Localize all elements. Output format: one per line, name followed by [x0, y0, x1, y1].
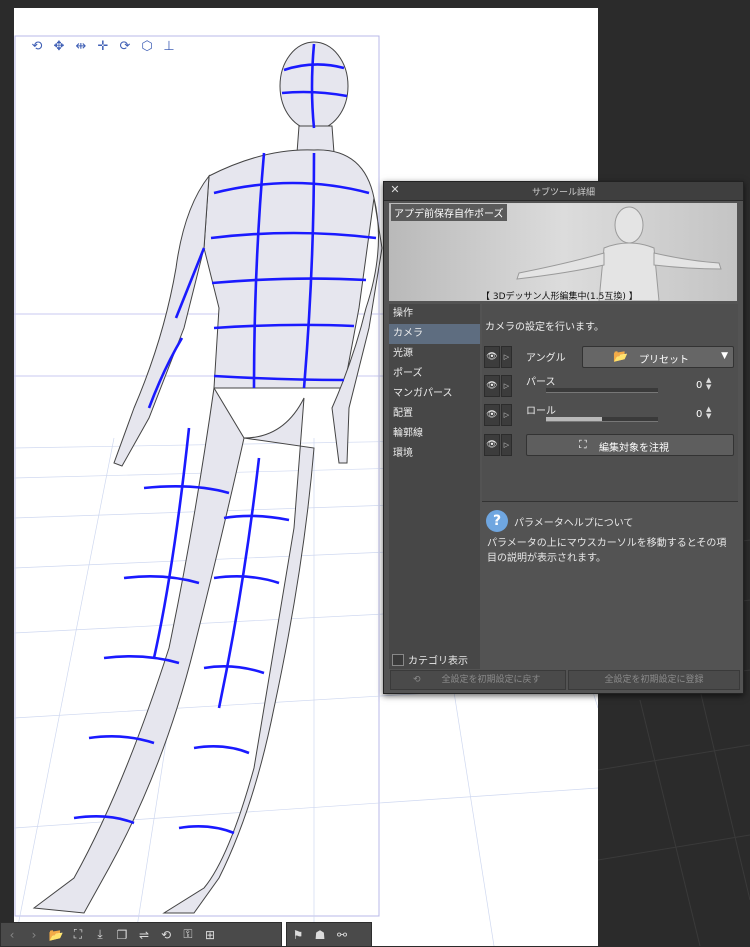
parameter-help: ? パラメータヘルプについて パラメータの上にマウスカーソルを移動するとその項目… — [482, 501, 738, 670]
help-heading: パラメータヘルプについて — [514, 518, 634, 529]
expand-icon[interactable]: ▷ — [501, 434, 512, 456]
eye-icon[interactable]: 👁 — [484, 346, 500, 368]
roll-value: 0 — [696, 409, 703, 420]
panel-title: サブツール詳細 — [531, 188, 595, 198]
fit-view-icon[interactable]: ⛶ — [67, 925, 89, 945]
load-preset-icon[interactable]: 📂 — [45, 925, 67, 945]
roll-slider-fill — [546, 417, 602, 421]
preset-caption: 【 3Dデッサン人形編集中(1.5互換) 】 — [481, 292, 638, 301]
category-item[interactable]: ポーズ — [389, 364, 480, 384]
focus-target-button[interactable]: ⛶ 編集対象を注視 — [526, 434, 734, 456]
category-toggle-checkbox[interactable] — [392, 653, 404, 666]
focus-target-label: 編集対象を注視 — [599, 443, 669, 454]
subtool-detail-panel: ✕ サブツール詳細 アプデ前保存自作ポーズ 【 3Dデッサン人形編集中(1.5互… — [383, 181, 744, 694]
ground-icon[interactable]: ⤓ — [89, 925, 111, 945]
pose-icon[interactable]: ☗ — [309, 925, 331, 945]
reset-pose-icon[interactable]: ⟲ — [155, 925, 177, 945]
preset-dropdown-label: プリセット — [639, 355, 689, 366]
category-item[interactable]: 配置 — [389, 404, 480, 424]
reset-icon: ⟲ — [413, 675, 421, 685]
preset-folder-icon: 📂 — [613, 349, 628, 363]
param-angle: 👁 ▷ アングル 📂 プリセット ▼ — [484, 346, 736, 368]
chevron-right-icon[interactable]: › — [23, 925, 45, 945]
object-toolbar: ‹ › 📂 ⛶ ⤓ ❐ ⇌ ⟲ ⚿ ⊞ ⚑ ☗ ⚯ — [0, 921, 372, 947]
3d-viewport[interactable]: ⟲ ✥ ⇹ ✛ ⟳ ⬡ ⊥ ✕ サブツール詳細 アプデ前保存自作ポーズ 【 3D… — [0, 0, 750, 947]
category-item[interactable]: 輪郭線 — [389, 424, 480, 444]
expand-icon[interactable]: ▷ — [501, 375, 512, 397]
category-list: 操作 カメラ 光源 ポーズ マンガパース 配置 輪郭線 環境 — [389, 304, 480, 669]
body-shape-icon[interactable]: ⚑ — [287, 925, 309, 945]
register-defaults-label: 全設定を初期設定に登録 — [604, 675, 704, 685]
chevron-down-icon: ▼ — [721, 351, 728, 361]
category-toggle[interactable]: カテゴリ表示 — [392, 652, 468, 667]
toolbar-group-main: ‹ › 📂 ⛶ ⤓ ❐ ⇌ ⟲ ⚿ ⊞ — [0, 922, 282, 947]
reset-defaults-button[interactable]: ⟲ 全設定を初期設定に戻す — [390, 670, 566, 690]
focus-target-icon: ⛶ — [579, 438, 587, 451]
param-perspective: 👁 ▷ パース 0 ▲ ▼ — [484, 375, 736, 397]
perspective-slider[interactable] — [546, 388, 658, 393]
panel-footer: ⟲ 全設定を初期設定に戻す 全設定を初期設定に登録 — [388, 670, 740, 690]
perspective-label: パース — [526, 377, 556, 388]
preset-dropdown[interactable]: 📂 プリセット ▼ — [582, 346, 734, 368]
reset-defaults-label: 全設定を初期設定に戻す — [441, 675, 541, 685]
param-focus: 👁 ▷ ⛶ 編集対象を注視 — [484, 434, 736, 456]
param-roll: 👁 ▷ ロール 0 ▲ ▼ — [484, 404, 736, 426]
category-toggle-label: カテゴリ表示 — [408, 656, 468, 667]
toolbar-group-body: ⚑ ☗ ⚯ — [286, 922, 372, 947]
lock-icon[interactable]: ⚿ — [177, 925, 199, 945]
expand-icon[interactable]: ▷ — [501, 404, 512, 426]
panel-title-bar[interactable]: ✕ サブツール詳細 — [384, 182, 743, 201]
preset-name-tag: アプデ前保存自作ポーズ — [391, 204, 507, 221]
help-body: パラメータの上にマウスカーソルを移動するとその項目の説明が表示されます。 — [487, 538, 727, 564]
spinner-icon[interactable]: ▲ ▼ — [706, 406, 711, 420]
bone-icon[interactable]: ⚯ — [331, 925, 353, 945]
category-item[interactable]: 環境 — [389, 444, 480, 464]
register-material-icon[interactable]: ⊞ — [199, 925, 221, 945]
chevron-left-icon[interactable]: ‹ — [1, 925, 23, 945]
eye-icon[interactable]: 👁 — [484, 375, 500, 397]
copy-icon[interactable]: ❐ — [111, 925, 133, 945]
roll-label: ロール — [526, 406, 556, 417]
category-item[interactable]: カメラ — [389, 324, 480, 344]
angle-label: アングル — [526, 353, 566, 364]
eye-icon[interactable]: 👁 — [484, 404, 500, 426]
help-icon: ? — [486, 510, 508, 532]
category-item[interactable]: 操作 — [389, 304, 480, 324]
expand-icon[interactable]: ▷ — [501, 346, 512, 368]
preset-preview: アプデ前保存自作ポーズ 【 3Dデッサン人形編集中(1.5互換) 】 — [389, 203, 737, 301]
perspective-value: 0 — [696, 380, 703, 391]
roll-slider[interactable] — [546, 417, 658, 422]
category-item[interactable]: マンガパース — [389, 384, 480, 404]
category-description: カメラの設定を行います。 — [485, 322, 604, 333]
category-item[interactable]: 光源 — [389, 344, 480, 364]
eye-icon[interactable]: 👁 — [484, 434, 500, 456]
spinner-icon[interactable]: ▲ ▼ — [706, 377, 711, 391]
parameter-area: カメラの設定を行います。 👁 ▷ アングル 📂 プリセット ▼ 👁 ▷ パース … — [482, 304, 738, 670]
register-defaults-button[interactable]: 全設定を初期設定に登録 — [568, 670, 740, 690]
flip-icon[interactable]: ⇌ — [133, 925, 155, 945]
